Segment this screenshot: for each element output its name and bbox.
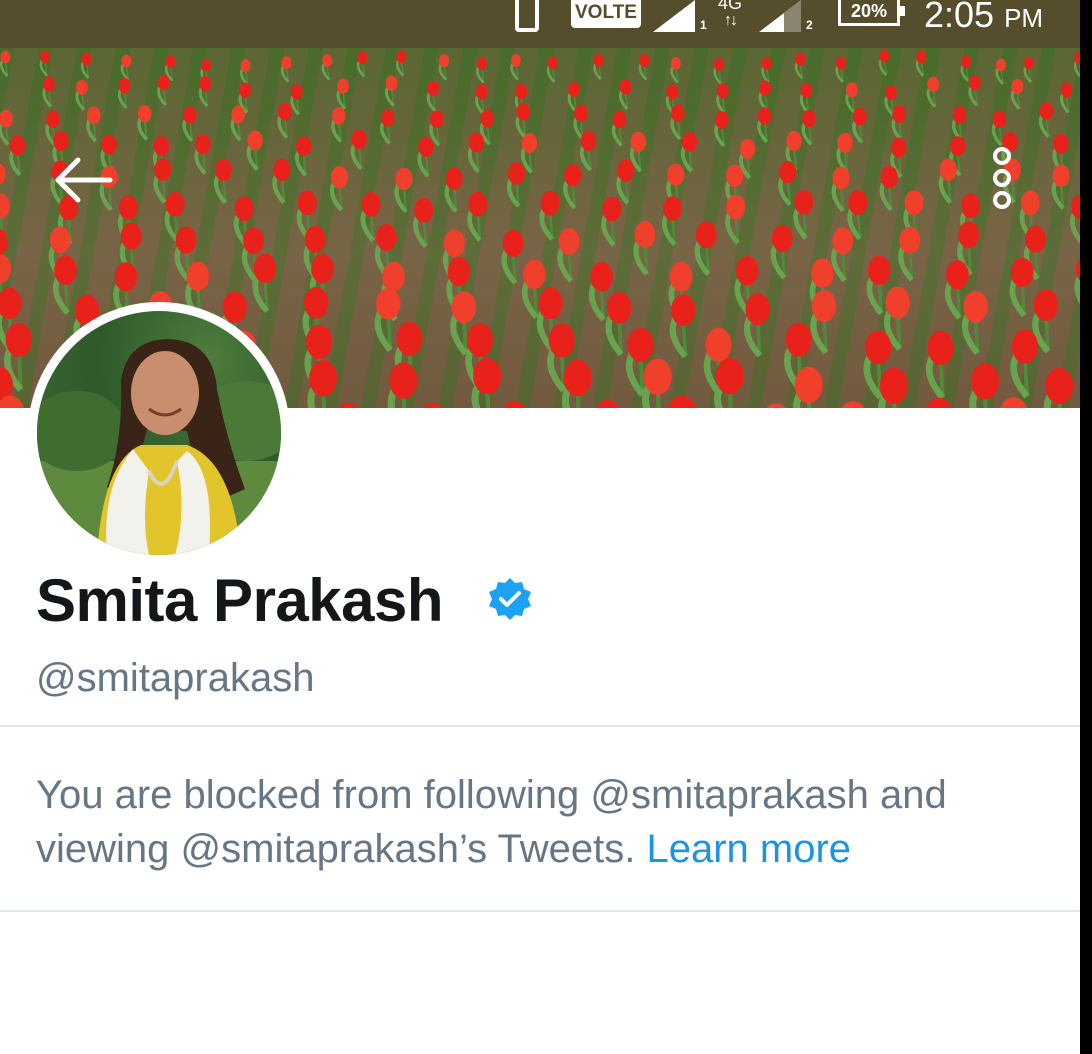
battery-icon: 20% — [838, 0, 905, 26]
avatar-photo — [37, 311, 281, 555]
clock-time: 2:05 — [924, 0, 995, 35]
network-indicator: 4G ↑↓ — [718, 0, 742, 30]
divider — [0, 725, 1080, 727]
volte-badge: VOLTE — [571, 0, 641, 28]
sim1-label: 1 — [700, 18, 707, 32]
more-options-button[interactable] — [984, 144, 1020, 220]
profile-handle: @smitaprakash — [36, 656, 315, 700]
divider — [0, 910, 1080, 912]
verified-badge-icon — [486, 576, 534, 624]
display-name: Smita Prakash — [36, 567, 444, 634]
arrow-left-icon — [55, 157, 113, 203]
learn-more-link[interactable]: Learn more — [647, 827, 852, 871]
back-button[interactable] — [52, 152, 116, 208]
clock-ampm: PM — [1004, 3, 1044, 33]
clock: 2:05 PM — [924, 0, 1043, 36]
battery-percent: 20% — [850, 1, 888, 21]
more-vertical-icon — [993, 147, 1011, 209]
phone-icon — [515, 0, 539, 32]
blocked-notice: You are blocked from following @smitapra… — [36, 768, 1056, 876]
signal-sim1-icon — [653, 0, 695, 32]
sim2-label: 2 — [806, 18, 813, 32]
avatar[interactable] — [28, 302, 290, 564]
data-arrows-icon: ↑↓ — [724, 12, 738, 29]
status-bar: VOLTE 1 4G ↑↓ 2 20% 2:05 PM — [0, 0, 1080, 48]
